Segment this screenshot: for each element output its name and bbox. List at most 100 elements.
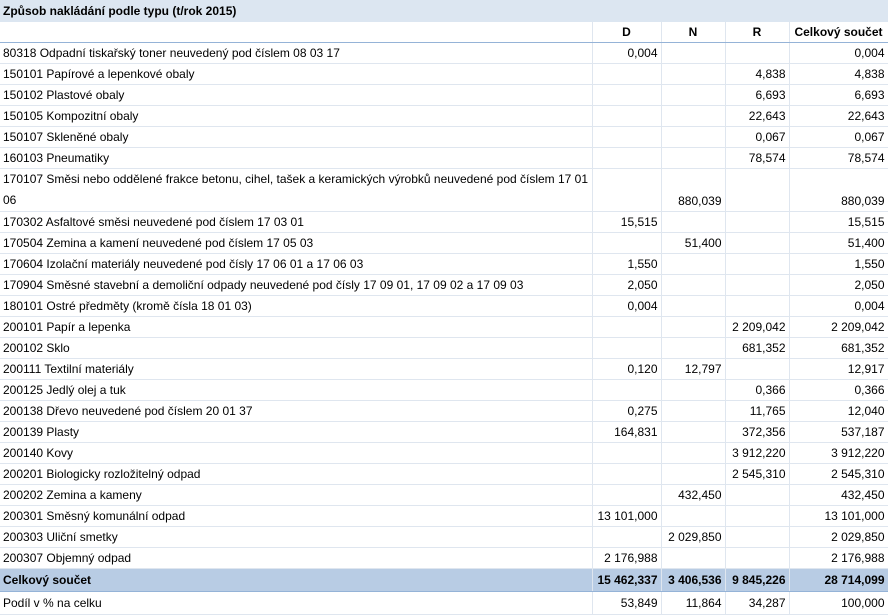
table-row: 200201 Biologicky rozložitelný odpad 2 54… — [0, 463, 888, 485]
table-row: 170107 Směsi nebo oddělené frakce betonu… — [0, 168, 888, 212]
cell-d — [592, 463, 662, 485]
cell-n: 432,450 — [661, 484, 726, 506]
cell-n — [661, 211, 726, 233]
table-row: 150101 Papírové a lepenkové obaly 4,838 4,… — [0, 63, 888, 85]
table-row: 160103 Pneumatiky 78,574 78,574 — [0, 147, 888, 169]
row-label: 200201 Biologicky rozložitelný odpad — [0, 463, 593, 485]
cell-r: 4,838 — [725, 63, 790, 85]
cell-d — [592, 232, 662, 254]
cell-total: 681,352 — [789, 337, 888, 359]
cell-r — [725, 547, 790, 569]
cell-total: 22,643 — [789, 105, 888, 127]
cell-r — [725, 295, 790, 317]
column-header-row: D N R Celkový součet — [0, 22, 888, 43]
header-r: R — [725, 22, 790, 43]
cell-d: 1,550 — [592, 253, 662, 275]
summary-r: 34,287 — [725, 591, 790, 615]
row-label: 180101 Ostré předměty (kromě čísla 18 01… — [0, 295, 593, 317]
cell-total: 12,040 — [789, 400, 888, 422]
table-row: 200307 Objemný odpad 2 176,988 2 176,988 — [0, 547, 888, 569]
table-row: 170504 Zemina a kamení neuvedené pod čís… — [0, 232, 888, 254]
cell-r — [725, 526, 790, 548]
cell-d: 0,120 — [592, 358, 662, 380]
row-label: 200301 Směsný komunální odpad — [0, 505, 593, 527]
cell-r — [725, 484, 790, 506]
cell-d: 2,050 — [592, 274, 662, 296]
cell-r: 3 912,220 — [725, 442, 790, 464]
cell-total: 0,067 — [789, 126, 888, 148]
cell-r: 6,693 — [725, 84, 790, 106]
table-row: 200125 Jedlý olej a tuk 0,366 0,366 — [0, 379, 888, 401]
cell-total: 2 209,042 — [789, 316, 888, 338]
cell-d — [592, 147, 662, 169]
cell-total: 78,574 — [789, 147, 888, 169]
cell-n: 12,797 — [661, 358, 726, 380]
cell-n — [661, 463, 726, 485]
cell-total: 537,187 — [789, 421, 888, 443]
cell-r — [725, 358, 790, 380]
cell-d: 2 176,988 — [592, 547, 662, 569]
row-label: 170504 Zemina a kamení neuvedené pod čís… — [0, 232, 593, 254]
cell-total: 2 545,310 — [789, 463, 888, 485]
cell-n — [661, 337, 726, 359]
cell-n — [661, 400, 726, 422]
cell-r: 2 545,310 — [725, 463, 790, 485]
cell-r — [725, 253, 790, 275]
cell-d: 164,831 — [592, 421, 662, 443]
cell-total: 51,400 — [789, 232, 888, 254]
table-row: 200202 Zemina a kameny 432,450 432,450 — [0, 484, 888, 506]
cell-n: 2 029,850 — [661, 526, 726, 548]
summary-label: Podíl v % na celku — [0, 591, 593, 615]
cell-n — [661, 295, 726, 317]
cell-n — [661, 42, 726, 64]
cell-r — [725, 274, 790, 296]
cell-n — [661, 84, 726, 106]
cell-d: 15,515 — [592, 211, 662, 233]
summary-label: Celkový součet — [0, 568, 593, 592]
cell-d: 0,004 — [592, 295, 662, 317]
header-label-cell — [0, 22, 593, 43]
row-label: 200125 Jedlý olej a tuk — [0, 379, 593, 401]
row-label: 170604 Izolační materiály neuvedené pod … — [0, 253, 593, 275]
table-row: 200101 Papír a lepenka 2 209,042 2 209,042 — [0, 316, 888, 338]
table-row: 170904 Směsné stavební a demoliční odpad… — [0, 274, 888, 296]
header-n: N — [661, 22, 726, 43]
row-label: 150102 Plastové obaly — [0, 84, 593, 106]
cell-d — [592, 105, 662, 127]
cell-r: 0,067 — [725, 126, 790, 148]
cell-n: 880,039 — [661, 168, 726, 212]
cell-n — [661, 63, 726, 85]
cell-d: 0,004 — [592, 42, 662, 64]
row-label: 200138 Dřevo neuvedené pod číslem 20 01 … — [0, 400, 593, 422]
table-title-row: Způsob nakládání podle typu (t/rok 2015) — [0, 0, 888, 22]
table-row: 200138 Dřevo neuvedené pod číslem 20 01 … — [0, 400, 888, 422]
summary-n: 11,864 — [661, 591, 726, 615]
row-label: 200111 Textilní materiály — [0, 358, 593, 380]
cell-n — [661, 547, 726, 569]
summary-n: 3 406,536 — [661, 568, 726, 592]
cell-r — [725, 505, 790, 527]
cell-r — [725, 168, 790, 212]
row-label: 200303 Uliční smetky — [0, 526, 593, 548]
cell-n — [661, 253, 726, 275]
cell-r: 681,352 — [725, 337, 790, 359]
cell-total: 6,693 — [789, 84, 888, 106]
row-label: 150101 Papírové a lepenkové obaly — [0, 63, 593, 85]
table-row: 200301 Směsný komunální odpad 13 101,000 1… — [0, 505, 888, 527]
summary-d: 53,849 — [592, 591, 662, 615]
table-row: 200102 Sklo 681,352 681,352 — [0, 337, 888, 359]
cell-d: 0,275 — [592, 400, 662, 422]
cell-n — [661, 105, 726, 127]
table-row: 150102 Plastové obaly 6,693 6,693 — [0, 84, 888, 106]
table-row: 170604 Izolační materiály neuvedené pod … — [0, 253, 888, 275]
cell-r — [725, 211, 790, 233]
cell-d — [592, 484, 662, 506]
cell-n: 51,400 — [661, 232, 726, 254]
cell-total: 12,917 — [789, 358, 888, 380]
table-row: 200140 Kovy 3 912,220 3 912,220 — [0, 442, 888, 464]
cell-total: 13 101,000 — [789, 505, 888, 527]
cell-d — [592, 63, 662, 85]
row-label: 80318 Odpadní tiskařský toner neuvedený … — [0, 42, 593, 64]
row-label: 150107 Skleněné obaly — [0, 126, 593, 148]
table-row: 170302 Asfaltové směsi neuvedené pod čís… — [0, 211, 888, 233]
